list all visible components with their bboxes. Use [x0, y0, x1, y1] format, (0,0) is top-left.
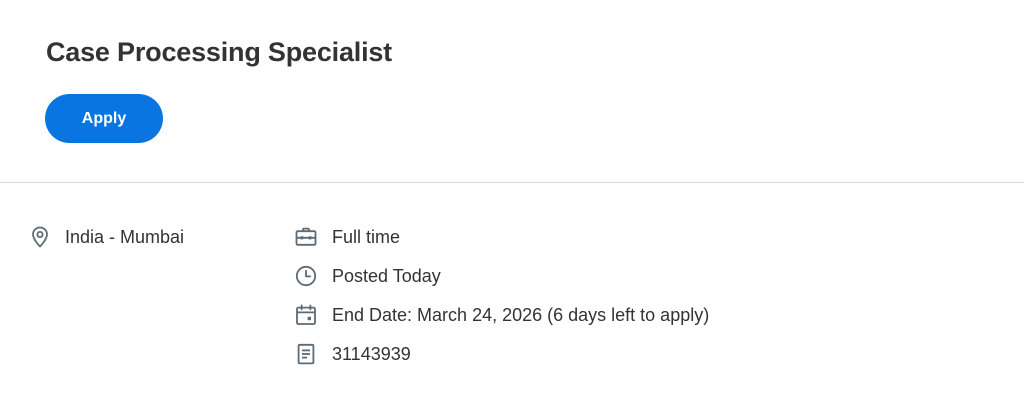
section-divider — [0, 182, 1024, 183]
clock-icon — [294, 264, 318, 288]
job-work-type-text: Full time — [332, 227, 401, 247]
job-requisition-id-text: 31143939 — [332, 344, 411, 364]
job-end-date-text: End Date: March 24, 2026 (6 days left to… — [332, 305, 710, 325]
document-icon — [294, 342, 318, 366]
job-end-date: End Date: March 24, 2026 (6 days left to… — [294, 302, 709, 328]
job-posted-text: Posted Today — [332, 266, 441, 286]
location-pin-icon — [28, 225, 52, 249]
job-posted: Posted Today — [294, 263, 441, 289]
calendar-icon — [294, 303, 318, 327]
job-title: Case Processing Specialist — [46, 37, 392, 67]
job-location: India - Mumbai — [28, 224, 184, 250]
apply-button[interactable]: Apply — [45, 94, 163, 143]
job-work-type: Full time — [294, 224, 400, 250]
briefcase-icon — [294, 225, 318, 249]
job-location-text: India - Mumbai — [65, 227, 185, 247]
job-requisition-id: 31143939 — [294, 341, 411, 367]
